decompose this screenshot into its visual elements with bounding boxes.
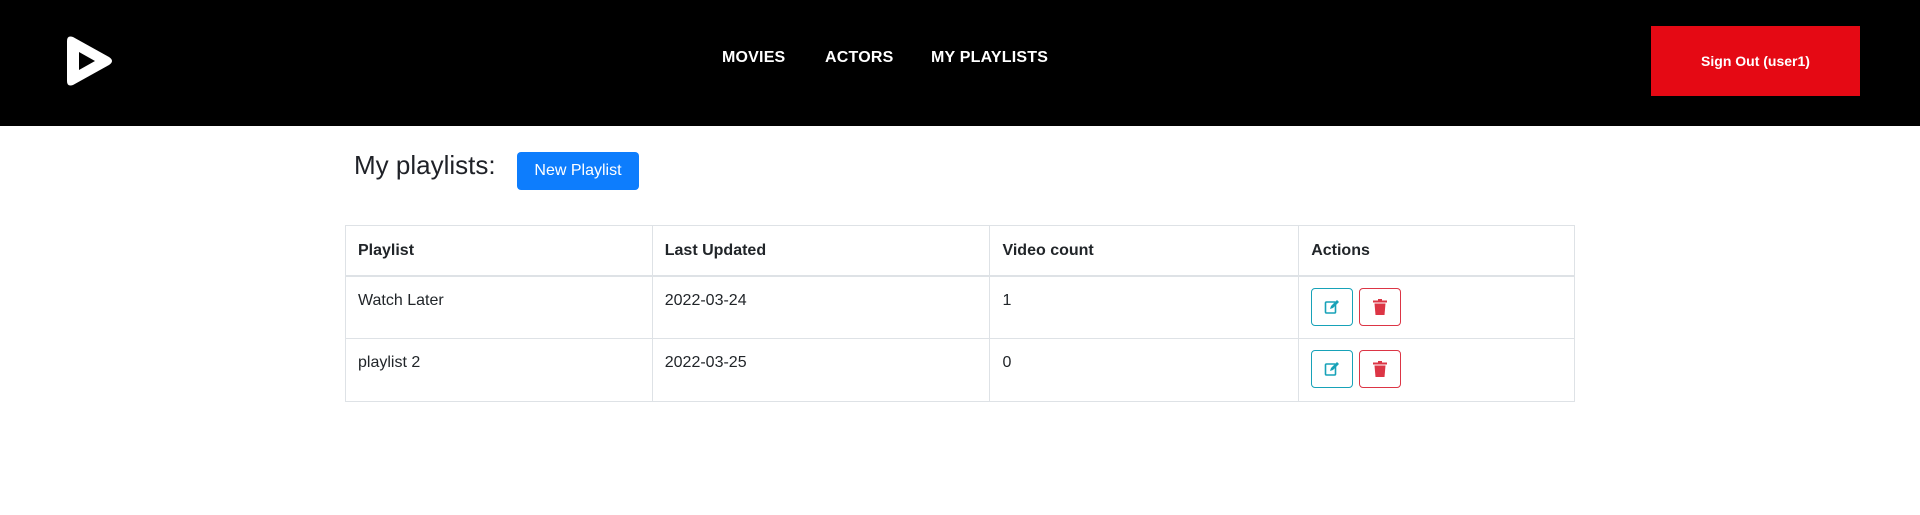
column-header-last-updated: Last Updated xyxy=(651,225,991,277)
last-updated-cell: 2022-03-24 xyxy=(651,275,991,339)
delete-playlist-button[interactable] xyxy=(1358,287,1401,326)
nav-actors-link[interactable]: ACTORS xyxy=(825,49,893,67)
edit-icon xyxy=(1324,299,1340,314)
sign-out-button[interactable]: Sign Out (user1) xyxy=(1651,26,1860,96)
edit-playlist-button[interactable] xyxy=(1311,350,1354,388)
video-count-cell: 0 xyxy=(989,338,1300,402)
video-count-cell: 1 xyxy=(989,275,1300,339)
new-playlist-button[interactable]: New Playlist xyxy=(517,152,639,190)
top-navbar: MOVIES ACTORS MY PLAYLISTS Sign Out (use… xyxy=(0,0,1920,126)
nav-movies-link[interactable]: MOVIES xyxy=(722,49,785,67)
trash-icon xyxy=(1372,298,1387,315)
page-title: My playlists: xyxy=(354,150,496,180)
column-header-video-count: Video count xyxy=(989,225,1300,277)
actions-cell xyxy=(1298,275,1575,339)
table-row: Watch Later 2022-03-24 1 xyxy=(345,275,1575,339)
actions-cell xyxy=(1298,338,1575,402)
table-header-row: Playlist Last Updated Video count Action… xyxy=(345,225,1575,277)
edit-playlist-button[interactable] xyxy=(1311,287,1354,326)
trash-icon xyxy=(1372,361,1387,377)
edit-icon xyxy=(1324,362,1340,376)
delete-playlist-button[interactable] xyxy=(1358,350,1401,388)
playlists-table: Playlist Last Updated Video count Action… xyxy=(345,225,1575,402)
playlist-name-cell[interactable]: Watch Later xyxy=(345,275,653,339)
last-updated-cell: 2022-03-25 xyxy=(651,338,991,402)
nav-my-playlists-link[interactable]: MY PLAYLISTS xyxy=(931,49,1048,67)
nav-links: MOVIES ACTORS MY PLAYLISTS xyxy=(0,0,1920,120)
column-header-actions: Actions xyxy=(1298,225,1575,277)
table-row: playlist 2 2022-03-25 0 xyxy=(345,338,1575,402)
column-header-playlist: Playlist xyxy=(345,225,653,277)
playlist-name-cell[interactable]: playlist 2 xyxy=(345,338,653,402)
